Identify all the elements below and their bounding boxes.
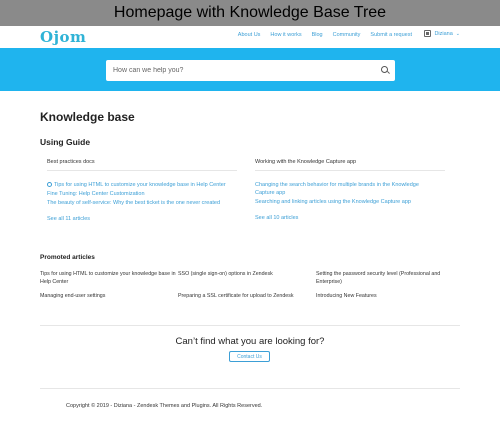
user-name: Diziana (434, 30, 453, 37)
user-icon (424, 30, 432, 37)
footer-copyright: Copyright © 2019 - Diziana - Zendesk The… (66, 403, 263, 409)
category-best-practices: Best practices docs Tips for using HTML … (47, 159, 237, 222)
main-nav: About Us How it works Blog Community Sub… (238, 32, 412, 38)
promoted-articles-grid: Tips for using HTML to customize your kn… (40, 270, 460, 300)
section-title: Using Guide (40, 137, 91, 147)
article-link[interactable]: Changing the search behavior for multipl… (255, 181, 430, 197)
search-input[interactable] (113, 60, 373, 81)
article-link[interactable]: Searching and linking articles using the… (255, 198, 430, 206)
nav-link-how-it-works[interactable]: How it works (270, 32, 301, 38)
promoted-article-link[interactable]: Setting the password security level (Pro… (316, 270, 460, 286)
page-title: Knowledge base (40, 110, 135, 124)
article-list: Changing the search behavior for multipl… (255, 181, 430, 206)
nav-link-about-us[interactable]: About Us (238, 32, 261, 38)
promoted-articles-title: Promoted articles (40, 254, 95, 261)
footer-divider (40, 388, 460, 389)
promoted-article-link[interactable]: Preparing a SSL certificate for upload t… (178, 292, 316, 300)
site-header: Ojom About Us How it works Blog Communit… (0, 26, 500, 48)
category-title[interactable]: Best practices docs (47, 159, 237, 171)
article-link[interactable]: The beauty of self-service: Why the best… (47, 199, 237, 207)
nav-link-blog[interactable]: Blog (312, 32, 323, 38)
promoted-article-link[interactable]: Managing end-user settings (40, 292, 178, 300)
contact-heading: Can’t find what you are looking for? (175, 336, 325, 347)
image-caption: Homepage with Knowledge Base Tree (0, 0, 500, 26)
promoted-article-link[interactable]: Tips for using HTML to customize your kn… (40, 270, 178, 286)
search-hero (0, 48, 500, 91)
search-box (106, 60, 395, 81)
search-icon[interactable] (381, 66, 388, 73)
see-all-articles-link[interactable]: See all 10 articles (255, 215, 445, 221)
nav-link-submit-request[interactable]: Submit a request (370, 32, 412, 38)
article-list: Tips for using HTML to customize your kn… (47, 181, 237, 207)
logo-text: Ojom (40, 28, 87, 46)
see-all-articles-link[interactable]: See all 11 articles (47, 216, 237, 222)
promoted-article-link[interactable]: Introducing New Features (316, 292, 460, 300)
promoted-article-link[interactable]: SSO (single sign-on) options in Zendesk (178, 270, 316, 286)
promoted-pin-icon (47, 182, 52, 187)
category-title[interactable]: Working with the Knowledge Capture app (255, 159, 445, 171)
nav-link-community[interactable]: Community (333, 32, 361, 38)
user-menu[interactable]: Diziana ⌄ (424, 30, 460, 37)
section-divider (40, 325, 460, 326)
article-link[interactable]: Fine Tuning: Help Center Customization (47, 190, 237, 198)
site-logo[interactable]: Ojom (40, 28, 86, 46)
category-knowledge-capture: Working with the Knowledge Capture app C… (255, 159, 445, 221)
chevron-down-icon: ⌄ (455, 30, 460, 37)
article-link[interactable]: Tips for using HTML to customize your kn… (47, 181, 237, 189)
contact-us-button[interactable]: Contact Us (229, 351, 270, 362)
